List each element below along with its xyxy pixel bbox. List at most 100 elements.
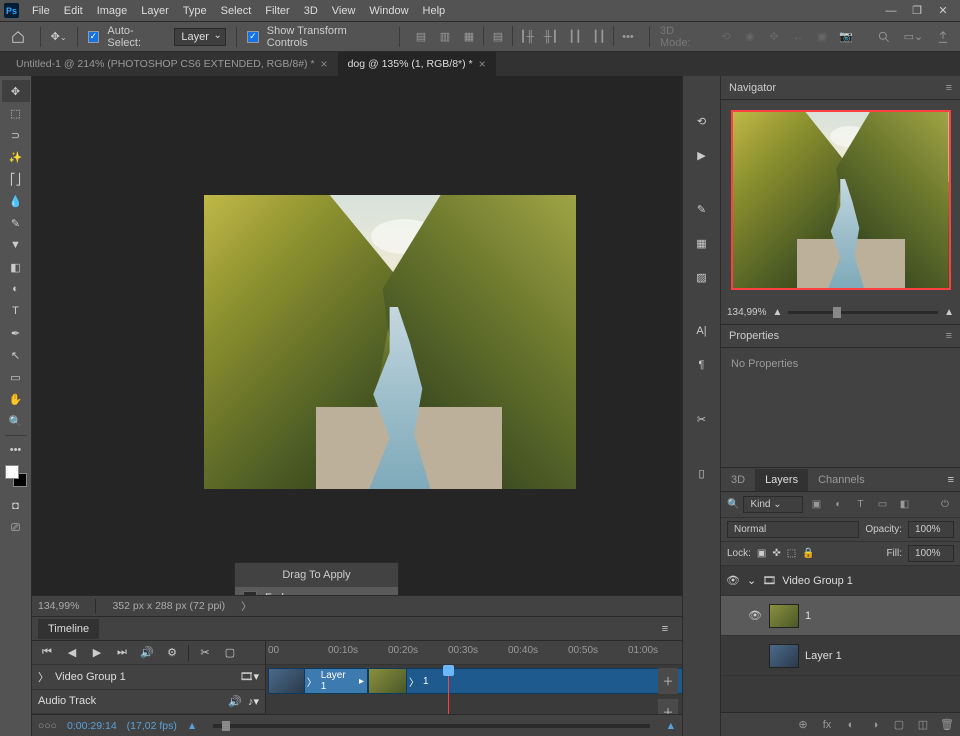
path-tool[interactable]: ↖ [2,344,30,366]
tl-settings-button[interactable]: ⚙ [161,643,183,663]
menu-type[interactable]: Type [176,2,214,20]
nav-zoom-slider[interactable] [788,311,938,314]
opacity-input[interactable]: 100% [908,521,954,538]
filter-toggle[interactable]: ⏻ [936,496,954,514]
layer-mask-icon[interactable]: ◐ [842,716,860,734]
align-center-icon[interactable]: ▥ [434,26,456,48]
panel-menu-icon[interactable]: ≡ [948,474,960,486]
menu-window[interactable]: Window [362,2,415,20]
menu-help[interactable]: Help [416,2,453,20]
transition-fade[interactable]: ◢Fade [235,587,398,595]
close-button[interactable]: ✕ [930,1,956,21]
timeline-menu-icon[interactable]: ≡ [654,619,676,639]
filter-type-icon[interactable]: T [851,496,869,514]
maximize-button[interactable]: ❐ [904,1,930,21]
play-icon[interactable]: ▶ [689,142,715,168]
timecode[interactable]: 0:00:29:14 [67,720,117,732]
distribute-v-icon[interactable]: ╫┃ [540,26,562,48]
eraser-tool[interactable]: ◧ [2,256,30,278]
filter-kind-dropdown[interactable]: Kind ⌄ [743,496,803,513]
quickmask-tool[interactable]: ◘ [2,495,30,517]
menu-file[interactable]: File [25,2,57,20]
paragraph-icon[interactable]: ¶ [689,352,715,378]
filter-adjust-icon[interactable]: ◐ [829,496,847,514]
menu-layer[interactable]: Layer [134,2,176,20]
hand-tool[interactable]: ✋ [2,388,30,410]
tl-transition-button[interactable]: ▢ [219,643,241,663]
visibility-icon[interactable]: 👁 [725,574,741,587]
color-swatches[interactable] [5,465,27,487]
close-icon[interactable]: × [479,57,486,71]
visibility-icon[interactable]: 👁 [747,609,763,622]
libraries-icon[interactable]: ▯ [689,460,715,486]
transform-checkbox[interactable]: ✓ [247,31,259,43]
layer-group-row[interactable]: 👁 ⌄ 🎞 Video Group 1 [721,566,960,596]
tl-prev-button[interactable]: ◀ [61,643,83,663]
lock-all-icon[interactable]: 🔒 [802,548,814,559]
screenmode-tool[interactable]: ⎚ [2,517,30,539]
nav-zoomout-icon[interactable]: ▲ [772,307,782,318]
link-layers-icon[interactable]: ⊕ [794,716,812,734]
adjustment-layer-icon[interactable]: ◑ [866,716,884,734]
nav-zoom-value[interactable]: 134,99% [727,307,766,318]
zoom-in-icon[interactable]: ▲ [666,720,676,732]
fill-input[interactable]: 100% [908,545,954,562]
align-right-icon[interactable]: ▦ [458,26,480,48]
distribute-h-icon[interactable]: ┃╫ [516,26,538,48]
filter-smart-icon[interactable]: ◧ [895,496,913,514]
menu-filter[interactable]: Filter [258,2,296,20]
align-top-icon[interactable]: ▤ [487,26,509,48]
blend-mode-dropdown[interactable]: Normal [727,521,859,538]
properties-header[interactable]: Properties≡ [721,324,960,348]
track-audio-note-icon[interactable]: ♪▾ [248,695,259,708]
tl-first-button[interactable]: ⏮ [36,643,58,663]
doc-tab-1[interactable]: Untitled-1 @ 214% (PHOTOSHOP CS6 EXTENDE… [6,52,338,76]
distribute-icon[interactable]: ┃┃ [564,26,586,48]
filter-shape-icon[interactable]: ▭ [873,496,891,514]
tab-3d[interactable]: 3D [721,469,755,491]
gradient-tool[interactable]: ◐ [2,278,30,300]
character-icon[interactable]: A| [689,318,715,344]
move-tool-icon[interactable]: ✥⌄ [51,30,67,43]
brush-tool[interactable]: ✎ [2,212,30,234]
track-film-icon[interactable]: 🎞▾ [240,670,260,683]
more-icon[interactable]: ••• [617,26,639,48]
stamp-tool[interactable]: ▼ [2,234,30,256]
timeline-clip-layer1[interactable]: 〉Layer 1▸ [268,668,368,694]
tl-split-button[interactable]: ✂ [194,643,216,663]
status-arrow-icon[interactable]: 〉 [241,599,252,614]
add-media-button[interactable]: ＋ [658,668,678,694]
filter-pixel-icon[interactable]: ▣ [807,496,825,514]
timeline-tab[interactable]: Timeline [38,619,99,639]
layer-row-2[interactable]: Layer 1 [721,636,960,676]
navigator-preview[interactable] [731,110,951,290]
zoom-out-icon[interactable]: ▲ [187,720,197,732]
search-icon[interactable] [873,26,895,48]
doc-tab-2[interactable]: dog @ 135% (1, RGB/8*) *× [338,52,496,76]
workspace-icon[interactable]: ▭⌄ [903,26,925,48]
marquee-tool[interactable]: ⬚ [2,102,30,124]
autoselect-dropdown[interactable]: Layer [174,28,226,46]
minimize-button[interactable]: — [878,1,904,21]
layer-thumbnail[interactable] [769,604,799,628]
move-tool[interactable]: ✥ [2,80,30,102]
panel-menu-icon[interactable]: ≡ [946,82,952,94]
track-audio-mute-icon[interactable]: 🔊 [228,695,242,708]
navigator-header[interactable]: Navigator≡ [721,76,960,100]
layer-group-icon[interactable]: ▢ [890,716,908,734]
layer-thumbnail[interactable] [769,644,799,668]
pen-tool[interactable]: ✒ [2,322,30,344]
lock-pixels-icon[interactable]: ▣ [757,548,766,559]
menu-3d[interactable]: 3D [297,2,325,20]
share-icon[interactable] [932,26,954,48]
timeline-clip-1[interactable]: 〉1 [368,668,682,694]
eyedropper-tool[interactable]: 💧 [2,190,30,212]
history-icon[interactable]: ⟲ [689,108,715,134]
tl-play-button[interactable]: ▶ [86,643,108,663]
swatches-icon[interactable]: ▦ [689,230,715,256]
layer-fx-icon[interactable]: fx [818,716,836,734]
chevron-down-icon[interactable]: ⌄ [747,574,756,587]
home-button[interactable] [6,25,30,49]
tab-channels[interactable]: Channels [808,469,874,491]
menu-edit[interactable]: Edit [57,2,90,20]
